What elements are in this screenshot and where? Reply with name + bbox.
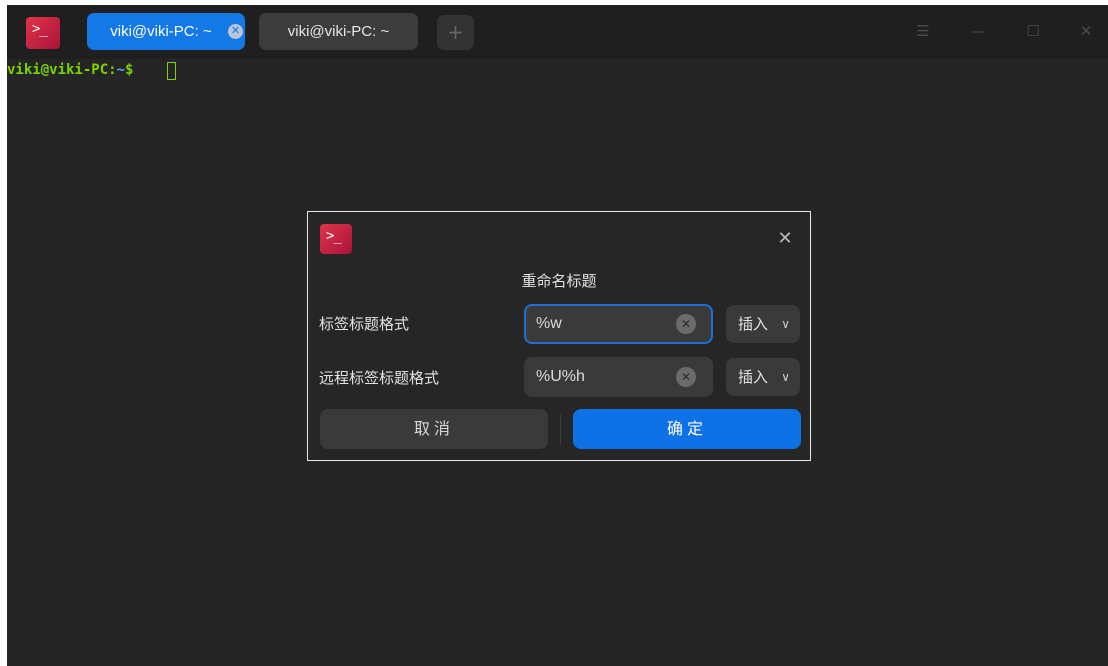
rename-title-dialog: >_ ✕ 重命名标题 标签标题格式 ✕ 插入 ∨ 远程标签标题格式 ✕ 插入 ∨…	[307, 211, 811, 461]
tab-label: viki@viki-PC: ~	[287, 23, 390, 40]
tab-title-format-label: 标签标题格式	[319, 315, 410, 333]
close-window-icon[interactable]: ✕	[1074, 19, 1098, 43]
button-divider	[560, 414, 561, 444]
terminal-icon[interactable]: >_	[26, 17, 60, 49]
maximize-icon[interactable]: ☐	[1021, 19, 1045, 43]
tab-active[interactable]: viki@viki-PC: ~ ✕	[87, 13, 245, 50]
prompt-symbol: $	[125, 62, 134, 78]
terminal-icon: >_	[320, 224, 352, 254]
prompt-line: viki@viki-PC:~$	[7, 62, 133, 78]
cancel-button[interactable]: 取消	[320, 409, 548, 449]
chevron-down-icon: ∨	[781, 317, 790, 331]
insert-label: 插入	[738, 368, 769, 386]
tab-title-format-field[interactable]: ✕	[524, 304, 713, 344]
terminal-cursor	[167, 62, 176, 80]
tab-inactive[interactable]: viki@viki-PC: ~	[259, 13, 418, 50]
dialog-title: 重命名标题	[521, 272, 597, 290]
remote-tab-title-format-label: 远程标签标题格式	[319, 369, 440, 387]
prompt-user-host: viki@viki-PC	[7, 62, 109, 78]
clear-icon[interactable]: ✕	[676, 314, 696, 334]
insert-label: 插入	[738, 315, 769, 333]
remote-tab-title-format-input[interactable]	[536, 357, 666, 397]
tab-label: viki@viki-PC: ~	[110, 23, 212, 40]
tab-title-format-input[interactable]	[536, 306, 666, 342]
prompt-separator: :	[108, 62, 117, 78]
remote-tab-title-format-field[interactable]: ✕	[524, 357, 713, 397]
chevron-down-icon: ∨	[781, 370, 790, 384]
prompt-path: ~	[116, 62, 126, 78]
confirm-button[interactable]: 确定	[573, 409, 801, 449]
new-tab-button[interactable]: +	[437, 15, 474, 50]
insert-button[interactable]: 插入 ∨	[726, 305, 800, 343]
title-bar: >_ viki@viki-PC: ~ ✕ viki@viki-PC: ~ + ☰…	[7, 5, 1108, 59]
menu-icon[interactable]: ☰	[911, 19, 935, 43]
clear-icon[interactable]: ✕	[676, 367, 696, 387]
close-tab-icon[interactable]: ✕	[228, 24, 243, 39]
insert-button[interactable]: 插入 ∨	[726, 358, 800, 396]
close-icon[interactable]: ✕	[774, 228, 796, 250]
minimize-icon[interactable]: —	[966, 19, 990, 43]
